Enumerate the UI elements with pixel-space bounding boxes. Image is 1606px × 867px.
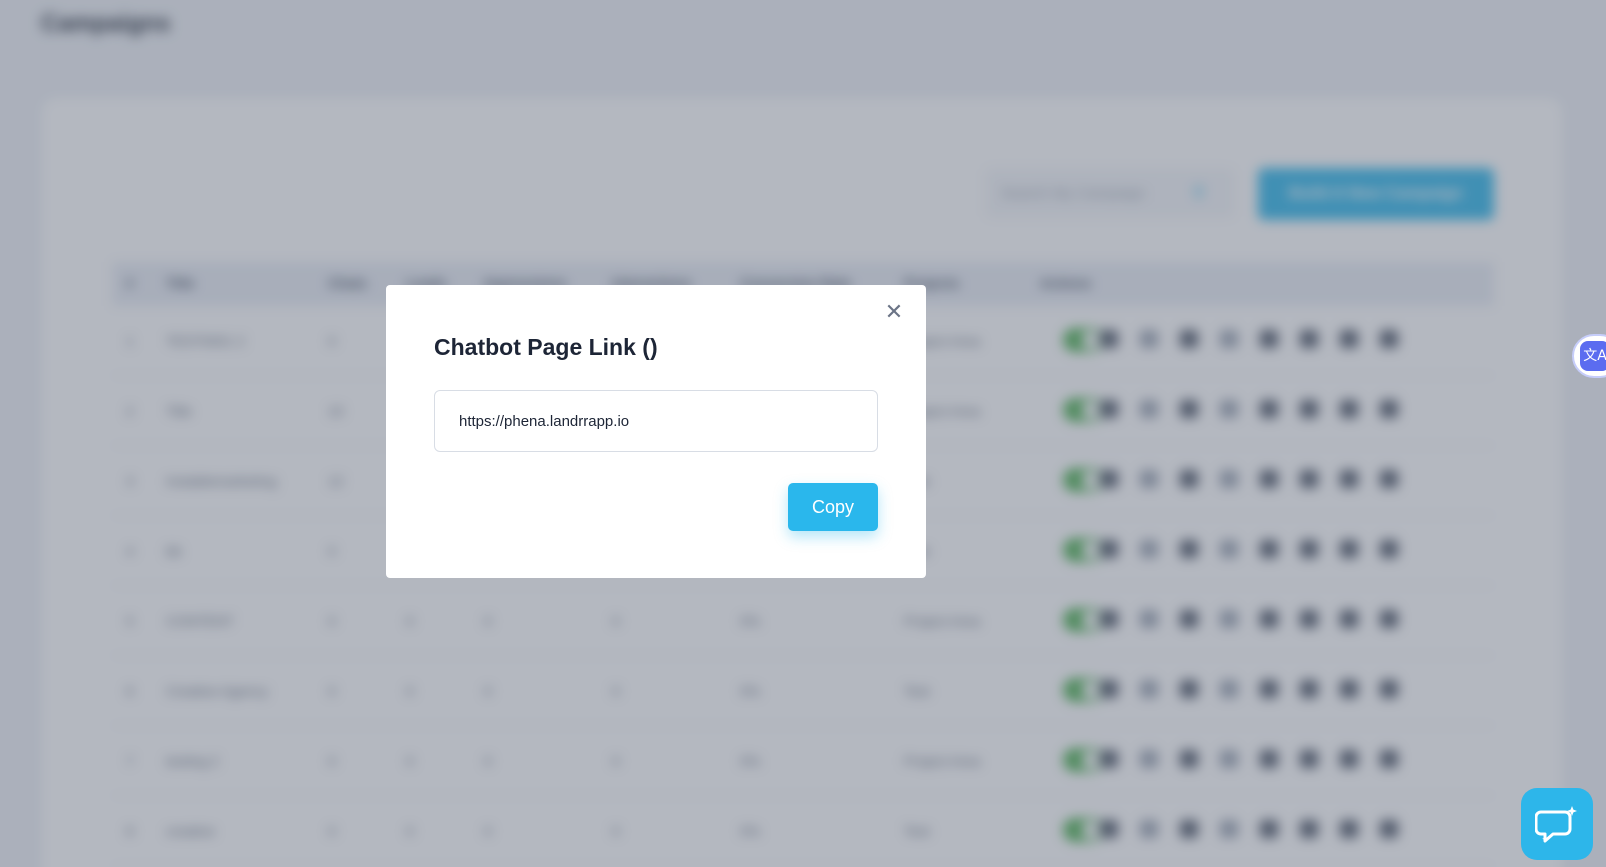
- chat-support-icon: [1535, 806, 1577, 843]
- chatbot-link-field[interactable]: [434, 390, 878, 452]
- translate-icon: 文A: [1580, 341, 1606, 371]
- close-icon[interactable]: ✕: [882, 301, 906, 325]
- chatbot-link-modal: ✕ Chatbot Page Link () Copy: [386, 285, 926, 578]
- chat-support-button[interactable]: [1521, 788, 1593, 860]
- modal-title: Chatbot Page Link (): [434, 334, 658, 360]
- copy-button[interactable]: Copy: [788, 483, 878, 531]
